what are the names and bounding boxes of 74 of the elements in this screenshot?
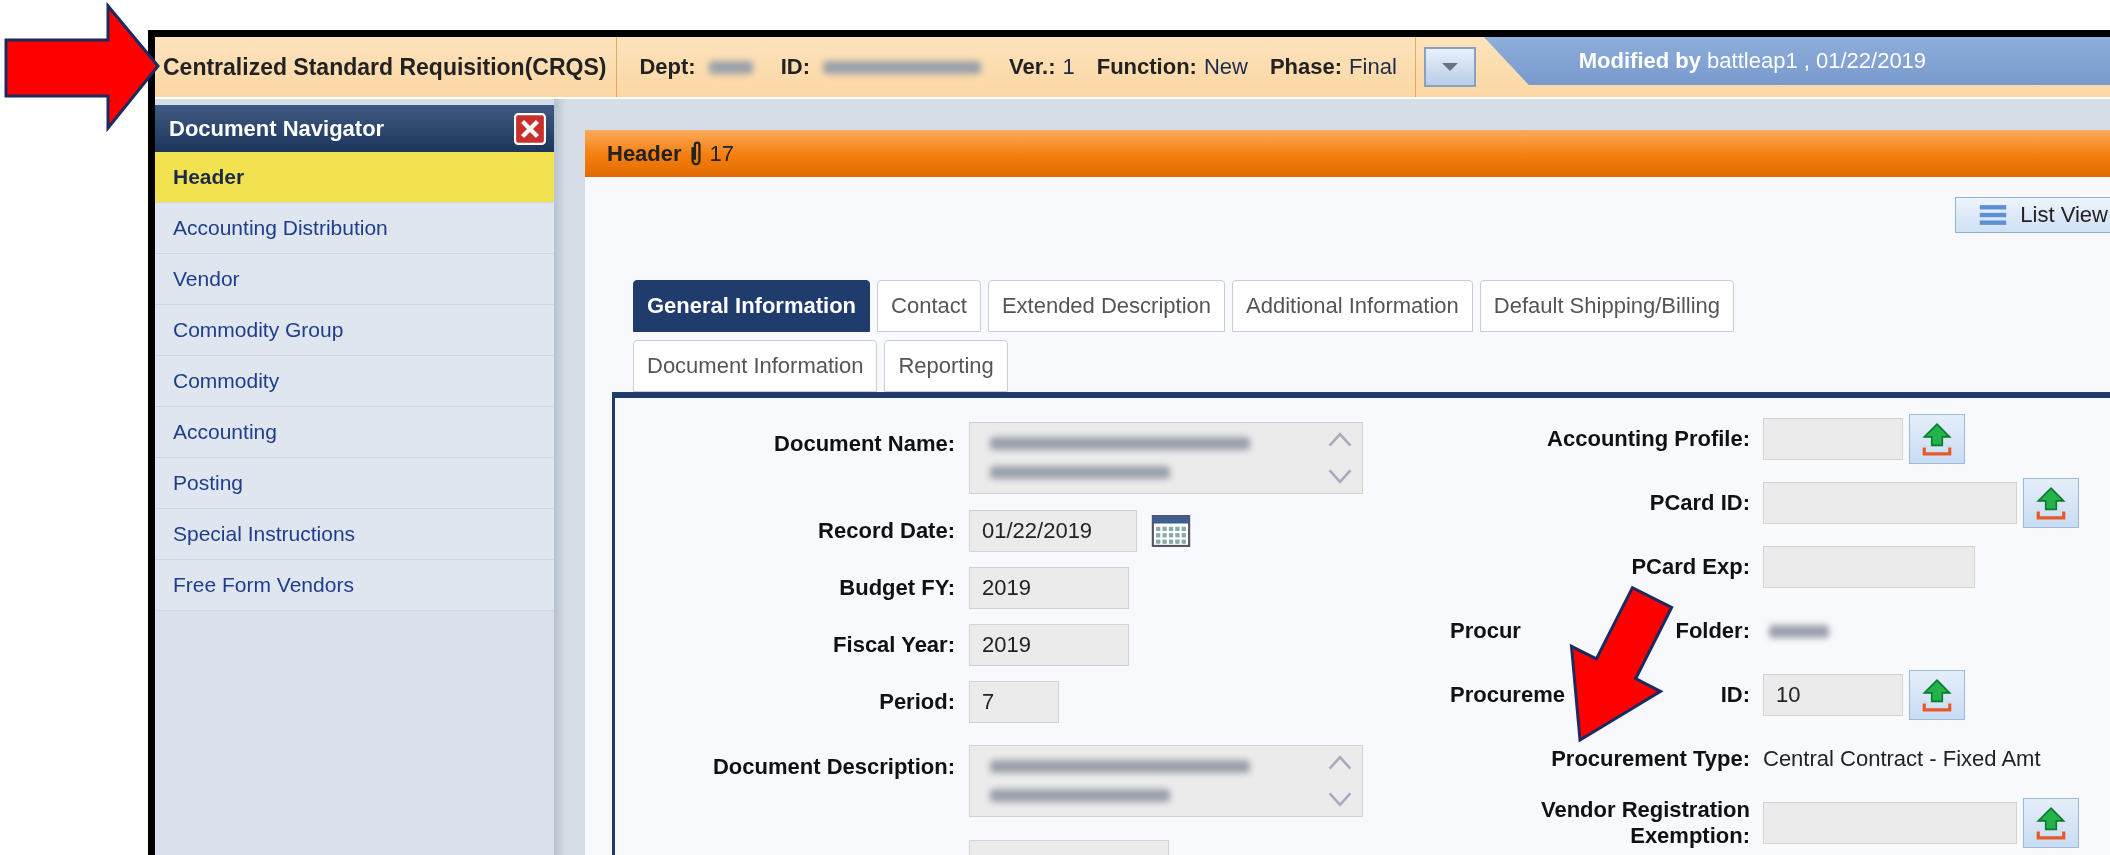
field-value: 01/22/2019	[982, 517, 1093, 544]
field-label: Folder:	[1675, 617, 1750, 645]
field-label: Period:	[879, 688, 955, 714]
field-value: New	[1203, 54, 1248, 80]
field-label: Procurement Type:	[1551, 745, 1750, 773]
input-field[interactable]	[1763, 482, 2017, 524]
field-label: Fiscal Year:	[833, 631, 955, 657]
field-value: 2019	[982, 631, 1031, 658]
field-label: Document Name:	[774, 431, 955, 456]
navigator-item[interactable]: Vendor	[155, 254, 554, 305]
field-label: Procureme	[1450, 681, 1565, 709]
navigator-item[interactable]: Free Form Vendors	[155, 560, 554, 611]
tab[interactable]: Reporting	[884, 340, 1008, 392]
document-title: Centralized Standard Requisition(CRQS)	[162, 53, 608, 81]
field-label: Accounting Profile:	[1547, 425, 1750, 453]
dropdown-button[interactable]	[1423, 47, 1476, 87]
field-label: Record Date:	[818, 517, 955, 543]
input-field[interactable]	[1763, 802, 2017, 844]
navigator-item[interactable]: Special Instructions	[155, 509, 554, 560]
field-label: Vendor Registration Exemption:	[1539, 796, 1750, 850]
lookup-button[interactable]	[1909, 414, 1965, 464]
input-field[interactable]: 2019	[969, 623, 1129, 666]
text-area[interactable]	[969, 422, 1363, 494]
field-value: Central Contract - Fixed Amt	[1763, 746, 2041, 772]
field-label: ID:	[1720, 681, 1750, 709]
lookup-button[interactable]	[2023, 798, 2079, 848]
field-label: Procur	[1450, 617, 1521, 645]
upload-icon	[1921, 678, 1953, 712]
input-field[interactable]	[1763, 418, 1903, 460]
navigator-item[interactable]: Commodity Group	[155, 305, 554, 356]
field-label: Dept:	[639, 54, 696, 80]
navigator-item[interactable]: Header	[155, 152, 554, 203]
upload-icon	[2035, 486, 2067, 520]
input-field[interactable]: 10	[1763, 674, 1903, 716]
navigator-item[interactable]: Accounting	[155, 407, 554, 458]
field-value: 10	[1776, 682, 1801, 708]
field-label: PCard ID:	[1649, 489, 1750, 517]
navigator-item[interactable]: Commodity	[155, 356, 554, 407]
tab[interactable]: Extended Description	[987, 280, 1225, 332]
field-label: ID:	[780, 54, 810, 80]
navigator-item[interactable]: Posting	[155, 458, 554, 509]
modified-text: Modified by battleap1 , 01/22/2019	[1578, 48, 1927, 74]
panel-title: Document Navigator	[169, 115, 385, 142]
field-label: PCard Exp:	[1631, 553, 1750, 581]
field-value: 1	[1062, 54, 1075, 80]
calendar-icon[interactable]	[1151, 514, 1191, 547]
field-label: Ver.:	[1009, 54, 1056, 80]
lookup-button[interactable]	[2023, 478, 2079, 528]
field-label: Function:	[1096, 54, 1197, 80]
field-value: 7	[982, 688, 995, 715]
close-icon[interactable]	[514, 112, 546, 145]
section-title: Header	[607, 140, 682, 167]
tab[interactable]: Additional Information	[1232, 280, 1473, 332]
upload-icon	[2035, 806, 2067, 840]
tab[interactable]: Default Shipping/Billing	[1479, 280, 1735, 332]
field-value: Final	[1349, 54, 1397, 80]
upload-icon	[1921, 422, 1953, 456]
field-label: Document Description:	[712, 754, 955, 779]
tab[interactable]: Contact	[877, 280, 981, 332]
input-field[interactable]: 2019	[969, 566, 1129, 609]
list-view-button[interactable]: List View	[1955, 197, 2110, 233]
navigator-item[interactable]: Accounting Distribution	[155, 203, 554, 254]
text-area[interactable]	[969, 745, 1363, 817]
list-icon	[1978, 204, 2009, 226]
field-label: Budget FY:	[839, 574, 955, 600]
field-label: Phase:	[1269, 54, 1343, 80]
input-field[interactable]	[1763, 546, 1975, 588]
input-field[interactable]: 7	[969, 680, 1059, 723]
date-field[interactable]: 01/22/2019	[969, 509, 1137, 552]
tab[interactable]: Document Information	[633, 340, 878, 392]
lookup-button[interactable]	[1909, 670, 1965, 720]
field-value: 2019	[982, 574, 1031, 601]
tab[interactable]: General Information	[633, 280, 871, 332]
attachment-count: 17	[709, 140, 735, 167]
